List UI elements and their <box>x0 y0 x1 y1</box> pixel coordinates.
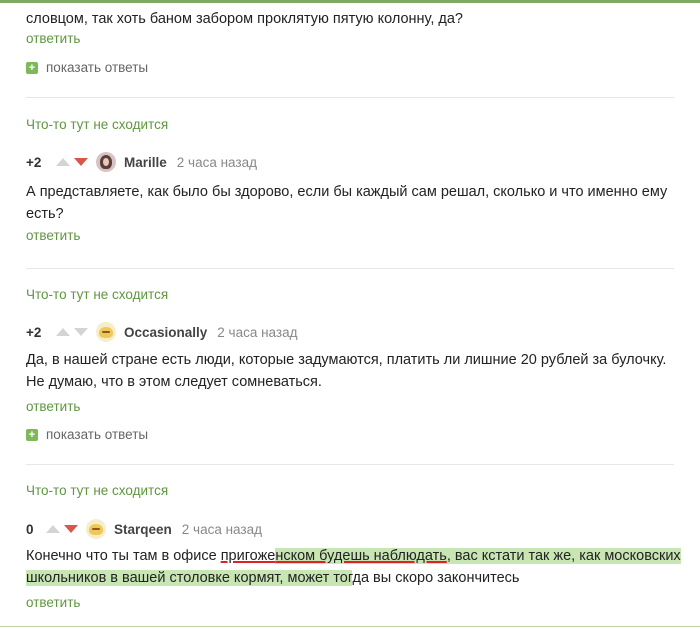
timestamp: 2 часа назад <box>181 521 262 537</box>
username[interactable]: Starqeen <box>114 522 172 537</box>
text-part: пригоже <box>220 548 276 564</box>
highlighted-text: нском будешь наблюдать <box>275 548 447 564</box>
username[interactable]: Occasionally <box>124 325 207 340</box>
reply-link[interactable]: ответить <box>26 595 80 610</box>
downvote-icon[interactable] <box>74 158 88 166</box>
bottom-divider <box>0 626 700 627</box>
comment-text: Конечно что ты там в офисе пригоженском … <box>26 545 686 589</box>
reply-link[interactable]: ответить <box>26 228 80 243</box>
comment-text: Да, в нашей стране есть люди, которые за… <box>26 352 667 390</box>
branch-link[interactable]: Что-то тут не сходится <box>26 287 168 302</box>
show-replies-label: показать ответы <box>46 60 149 75</box>
downvote-icon[interactable] <box>64 525 78 533</box>
plus-icon: + <box>26 61 38 74</box>
text-part: Конечно что ты там в офисе <box>26 548 221 564</box>
branch-link[interactable]: Что-то тут не сходится <box>26 483 168 498</box>
upvote-icon[interactable] <box>56 328 70 336</box>
downvote-icon[interactable] <box>74 328 88 336</box>
comment-meta: +2 Occasionally 2 часа назад <box>26 320 298 344</box>
plus-icon: + <box>26 428 38 441</box>
comments-page: словцом, так хоть баном забором прокляту… <box>0 0 700 629</box>
upvote-icon[interactable] <box>56 158 70 166</box>
divider <box>26 97 674 98</box>
avatar[interactable] <box>96 322 116 342</box>
comment-text-tail: словцом, так хоть баном забором прокляту… <box>26 11 463 27</box>
text-part: да вы скоро закончитесь <box>352 570 520 586</box>
show-replies-button[interactable]: + показать ответы <box>26 60 148 75</box>
avatar[interactable] <box>86 519 106 539</box>
timestamp: 2 часа назад <box>176 154 257 170</box>
divider <box>26 268 674 269</box>
upvote-icon[interactable] <box>46 525 60 533</box>
highlighted-text: , вас кстати так же, как московских <box>446 548 681 564</box>
rating-value: 0 <box>26 521 34 537</box>
avatar[interactable] <box>96 152 116 172</box>
show-replies-label: показать ответы <box>46 427 149 442</box>
rating-value: +2 <box>26 324 42 340</box>
reply-link[interactable]: ответить <box>26 399 80 414</box>
show-replies-button[interactable]: + показать ответы <box>26 427 148 442</box>
comment-meta: +2 Marille 2 часа назад <box>26 150 257 174</box>
comment-meta: 0 Starqeen 2 часа назад <box>26 517 262 541</box>
highlighted-text: школьников в вашей столовке кормят, може… <box>26 570 353 586</box>
username[interactable]: Marille <box>124 155 167 170</box>
comment-text: А представляете, как было бы здорово, ес… <box>26 184 668 222</box>
divider <box>26 464 674 465</box>
timestamp: 2 часа назад <box>217 324 298 340</box>
rating-value: +2 <box>26 154 42 170</box>
branch-link[interactable]: Что-то тут не сходится <box>26 117 168 132</box>
reply-link[interactable]: ответить <box>26 31 80 46</box>
